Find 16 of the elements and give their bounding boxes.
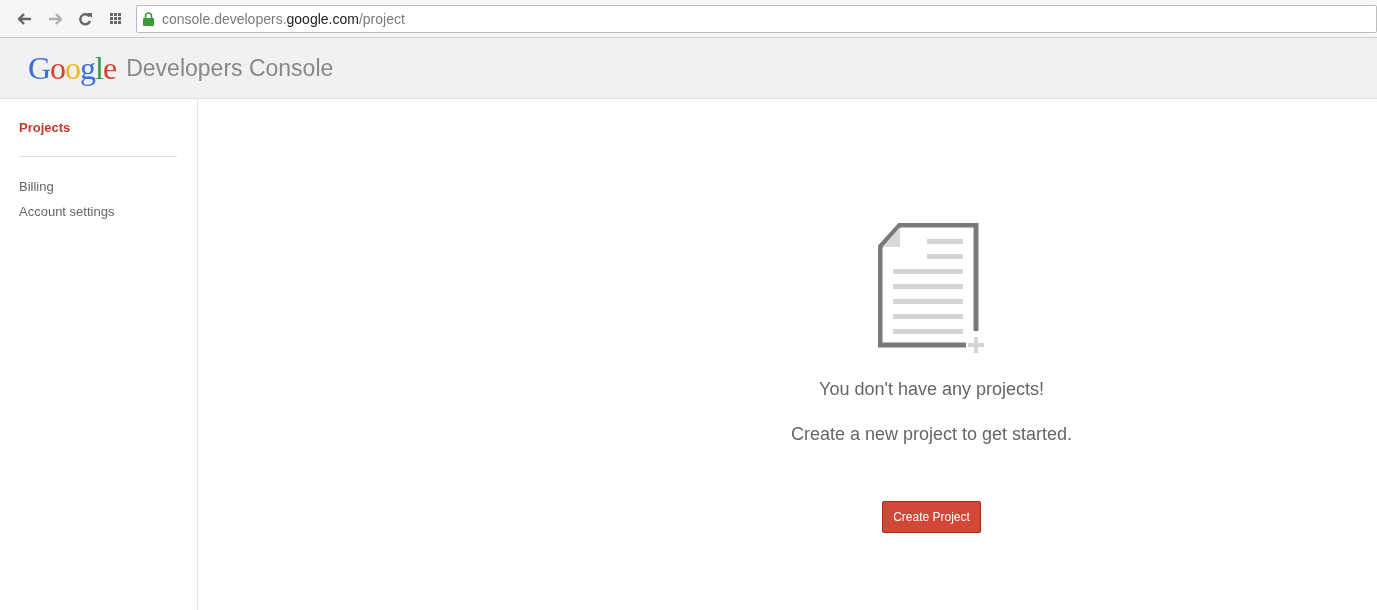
url-text: console.developers.google.com/project <box>162 10 405 27</box>
empty-state-message: Create a new project to get started. <box>790 424 1073 445</box>
grid-icon <box>108 13 122 24</box>
reload-icon <box>78 11 92 26</box>
create-project-button[interactable]: Create Project <box>882 501 981 533</box>
sidebar-item[interactable]: Projects <box>19 120 177 135</box>
forward-arrow-icon <box>48 12 62 25</box>
sidebar-item[interactable]: Account settings <box>19 204 177 219</box>
app-title: Developers Console <box>126 54 334 82</box>
document-add-icon <box>877 223 986 355</box>
lock-icon <box>143 11 154 26</box>
sidebar-item[interactable]: Billing <box>19 179 177 194</box>
back-arrow-icon <box>18 12 32 25</box>
logo: Google <box>28 49 117 87</box>
address-bar[interactable]: console.developers.google.com/project <box>136 4 1377 33</box>
empty-state-heading: You don't have any projects! <box>819 379 1044 400</box>
